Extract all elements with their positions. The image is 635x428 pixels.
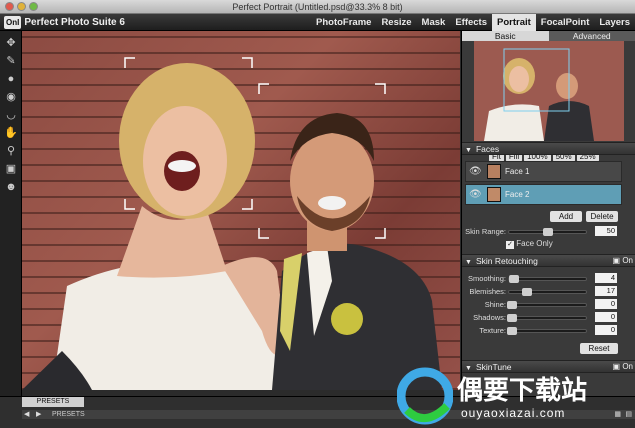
slider-thumb[interactable] <box>507 301 517 309</box>
tab-basic[interactable]: Basic <box>462 31 549 41</box>
photo-canvas[interactable] <box>22 31 460 390</box>
people-icon[interactable]: ☻ <box>3 180 19 194</box>
face-2-item[interactable]: 👁 Face 2 <box>465 184 622 205</box>
blemishes-value[interactable]: 17 <box>595 286 617 296</box>
presets-button[interactable]: PRESETS <box>22 397 84 407</box>
skin-range-value[interactable]: 50 <box>595 226 617 236</box>
module-resize[interactable]: Resize <box>376 14 416 31</box>
visibility-eye-icon[interactable]: 👁 <box>469 166 482 177</box>
shadows-label: Shadows: <box>473 313 506 322</box>
face-1-item[interactable]: 👁 Face 1 <box>465 161 622 182</box>
blemishes-row: Blemishes: 17 <box>462 286 635 297</box>
hand-icon[interactable]: ✋ <box>3 126 19 140</box>
watermark-url: ouyaoxiazai.com <box>461 406 566 420</box>
visibility-eye-icon[interactable]: 👁 <box>469 189 482 200</box>
slider-thumb[interactable] <box>507 314 517 322</box>
collapse-triangle-icon: ▼ <box>465 259 472 266</box>
faces-title: Faces <box>475 144 500 154</box>
skin-range-label: Skin Range: <box>465 227 506 236</box>
zoom-icon[interactable]: ⚲ <box>3 144 19 158</box>
texture-label: Texture: <box>479 326 506 335</box>
module-layers[interactable]: Layers <box>594 14 635 31</box>
next-arrow-icon[interactable]: ▶ <box>36 410 41 419</box>
face-1-label: Face 1 <box>505 167 530 176</box>
navigator-preview[interactable] <box>474 41 624 141</box>
shadows-value[interactable]: 0 <box>595 312 617 322</box>
face-only-label: Face Only <box>516 239 553 248</box>
slider-thumb[interactable] <box>543 228 553 236</box>
person-icon[interactable]: ● <box>3 72 19 86</box>
app-name: Perfect Photo Suite 6 <box>24 17 125 28</box>
shadows-row: Shadows: 0 <box>462 312 635 323</box>
skin-range-row: Skin Range: 50 <box>462 226 635 237</box>
boutonniere <box>331 303 363 335</box>
smoothing-label: Smoothing: <box>468 274 506 283</box>
slider-thumb[interactable] <box>522 288 532 296</box>
add-face-button[interactable]: Add <box>550 211 582 222</box>
couple-photo <box>22 57 442 390</box>
smoothing-slider[interactable] <box>508 275 587 283</box>
onone-logo-badge: OnI <box>4 16 22 29</box>
shine-label: Shine: <box>484 300 506 309</box>
face-2-label: Face 2 <box>505 190 530 199</box>
shine-value[interactable]: 0 <box>595 299 617 309</box>
presets-label: PRESETS <box>52 411 85 418</box>
module-portrait[interactable]: Portrait <box>492 14 536 31</box>
texture-row: Texture: 0 <box>462 325 635 336</box>
close-window-button[interactable] <box>5 2 14 11</box>
skin-retouching-toggle[interactable]: ▣ On <box>613 255 633 267</box>
collapse-triangle-icon: ▼ <box>465 147 472 154</box>
shadows-slider[interactable] <box>507 314 587 322</box>
brush-icon[interactable]: ✎ <box>3 54 19 68</box>
shine-slider[interactable] <box>507 301 587 309</box>
delete-face-button[interactable]: Delete <box>586 211 618 222</box>
compare-icon[interactable]: ▣ <box>3 162 19 176</box>
slider-thumb[interactable] <box>507 327 517 335</box>
zoom-window-button[interactable] <box>29 2 38 11</box>
move-tool-icon[interactable]: ✥ <box>3 36 19 50</box>
groom-face <box>290 131 374 231</box>
module-focalpoint[interactable]: FocalPoint <box>536 14 595 31</box>
texture-slider[interactable] <box>507 327 587 335</box>
smoothing-row: Smoothing: 4 <box>462 273 635 284</box>
tab-advanced[interactable]: Advanced <box>548 31 635 41</box>
app-logo: OnI Perfect Photo Suite 6 <box>4 16 125 29</box>
faces-section-header[interactable]: ▼ Faces <box>462 142 635 155</box>
minimize-window-button[interactable] <box>17 2 26 11</box>
blemishes-slider[interactable] <box>508 288 587 296</box>
on-label: On <box>622 256 633 265</box>
watermark-chinese-text: 偶要下载站 <box>457 376 588 406</box>
skin-retouching-title: Skin Retouching <box>475 256 538 266</box>
texture-value[interactable]: 0 <box>595 325 617 335</box>
module-photoframe[interactable]: PhotoFrame <box>311 14 376 31</box>
title-bar: Perfect Portrait (Untitled.psd@33.3% 8 b… <box>0 0 635 14</box>
prev-arrow-icon[interactable]: ◀ <box>24 410 29 419</box>
module-mask[interactable]: Mask <box>417 14 451 31</box>
face-only-row: ✓ Face Only <box>506 239 553 249</box>
eye-icon[interactable]: ◉ <box>3 90 19 104</box>
module-bar: OnI Perfect Photo Suite 6 PhotoFrame Resi… <box>0 14 635 31</box>
tool-palette: ✥ ✎ ● ◉ ◡ ✋ ⚲ ▣ ☻ <box>0 31 22 396</box>
site-watermark: 偶要下载站 ouyaoxiazai.com <box>395 364 635 428</box>
lips-icon[interactable]: ◡ <box>3 108 19 122</box>
reset-button[interactable]: Reset <box>580 343 618 354</box>
smoothing-value[interactable]: 4 <box>595 273 617 283</box>
watermark-logo-icon <box>397 367 453 425</box>
face-2-thumbnail <box>487 187 501 202</box>
blemishes-label: Blemishes: <box>469 287 506 296</box>
module-effects[interactable]: Effects <box>450 14 492 31</box>
slider-thumb[interactable] <box>509 275 519 283</box>
panel-tabs: Basic Advanced <box>462 31 635 41</box>
shine-row: Shine: 0 <box>462 299 635 310</box>
portrait-panel: Basic Advanced Fit Fill 100% 50% 25% ▼ Fa… <box>461 31 635 396</box>
skin-range-slider[interactable] <box>508 228 587 236</box>
face-1-thumbnail <box>487 164 501 179</box>
window-title: Perfect Portrait (Untitled.psd@33.3% 8 b… <box>232 2 403 12</box>
skin-retouching-section-header[interactable]: ▼ Skin Retouching ▣ On <box>462 254 635 267</box>
face-only-checkbox[interactable]: ✓ <box>506 241 514 249</box>
